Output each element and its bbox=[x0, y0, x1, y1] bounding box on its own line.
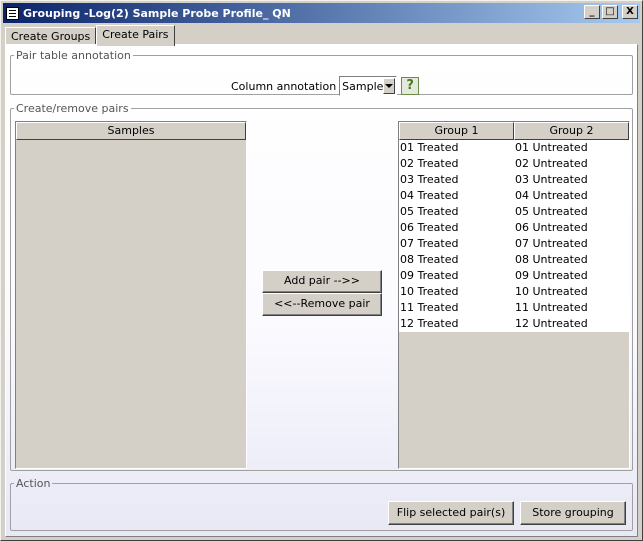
pairs-table-header: Group 1 Group 2 bbox=[399, 122, 629, 140]
tab-strip: Create Groups Create Pairs bbox=[5, 25, 175, 46]
store-grouping-button[interactable]: Store grouping bbox=[520, 501, 626, 525]
group-2-cell: 01 Untreated bbox=[515, 141, 588, 154]
group-1-cell: 08 Treated bbox=[400, 253, 459, 266]
table-row[interactable]: 01 Treated 01 Untreated bbox=[399, 140, 629, 156]
group-2-column-header[interactable]: Group 2 bbox=[514, 122, 629, 140]
window-controls: _ □ X bbox=[584, 5, 638, 19]
column-annotation-select[interactable]: Sample bbox=[339, 76, 398, 96]
table-row[interactable]: 05 Treated 05 Untreated bbox=[399, 204, 629, 220]
samples-column-header[interactable]: Samples bbox=[16, 122, 246, 140]
pair-table-annotation-legend: Pair table annotation bbox=[16, 49, 131, 62]
group-2-cell: 07 Untreated bbox=[515, 237, 588, 250]
action-legend: Action bbox=[16, 477, 51, 490]
create-pairs-panel: Pair table annotation Column annotation … bbox=[5, 44, 638, 537]
table-row[interactable]: 03 Treated 03 Untreated bbox=[399, 172, 629, 188]
app-table-icon bbox=[6, 6, 19, 20]
maximize-button[interactable]: □ bbox=[602, 5, 618, 19]
table-row[interactable]: 08 Treated 08 Untreated bbox=[399, 252, 629, 268]
group-2-cell: 08 Untreated bbox=[515, 253, 588, 266]
create-remove-pairs-group: Create/remove pairs Samples Add pair -->… bbox=[10, 102, 633, 471]
group-2-cell: 06 Untreated bbox=[515, 221, 588, 234]
group-1-cell: 01 Treated bbox=[400, 141, 459, 154]
help-icon[interactable]: ? bbox=[401, 77, 420, 95]
group-1-cell: 10 Treated bbox=[400, 285, 459, 298]
create-remove-pairs-legend: Create/remove pairs bbox=[16, 102, 129, 115]
group-1-cell: 04 Treated bbox=[400, 189, 459, 202]
add-pair-button[interactable]: Add pair -->> bbox=[262, 270, 382, 293]
table-row[interactable]: 06 Treated 06 Untreated bbox=[399, 220, 629, 236]
group-1-column-header[interactable]: Group 1 bbox=[399, 122, 514, 140]
group-1-cell: 12 Treated bbox=[400, 317, 459, 330]
group-1-cell: 03 Treated bbox=[400, 173, 459, 186]
tab-create-pairs[interactable]: Create Pairs bbox=[96, 25, 175, 46]
group-2-cell: 10 Untreated bbox=[515, 285, 588, 298]
title-bar[interactable]: Grouping -Log(2) Sample Probe Profile_ Q… bbox=[3, 3, 640, 23]
table-row[interactable]: 10 Treated 10 Untreated bbox=[399, 284, 629, 300]
pairs-table-body: 01 Treated 01 Untreated 02 Treated 02 Untre… bbox=[399, 140, 629, 332]
table-row[interactable]: 09 Treated 09 Untreated bbox=[399, 268, 629, 284]
group-1-cell: 02 Treated bbox=[400, 157, 459, 170]
group-1-cell: 09 Treated bbox=[400, 269, 459, 282]
action-group: Action Flip selected pair(s) Store group… bbox=[10, 477, 633, 531]
group-2-cell: 11 Untreated bbox=[515, 301, 588, 314]
group-1-cell: 11 Treated bbox=[400, 301, 459, 314]
group-1-cell: 05 Treated bbox=[400, 205, 459, 218]
group-2-cell: 05 Untreated bbox=[515, 205, 588, 218]
remove-pair-button[interactable]: <<--Remove pair bbox=[262, 293, 382, 316]
window-title: Grouping -Log(2) Sample Probe Profile_ Q… bbox=[23, 6, 291, 20]
pair-table-annotation-group: Pair table annotation Column annotation … bbox=[10, 49, 633, 96]
column-annotation-row: Column annotation Sample ? bbox=[231, 76, 420, 96]
column-annotation-value: Sample bbox=[342, 79, 384, 93]
group-2-cell: 04 Untreated bbox=[515, 189, 588, 202]
group-2-cell: 09 Untreated bbox=[515, 269, 588, 282]
group-1-cell: 07 Treated bbox=[400, 237, 459, 250]
grouping-window: Grouping -Log(2) Sample Probe Profile_ Q… bbox=[0, 0, 643, 541]
group-2-cell: 12 Untreated bbox=[515, 317, 588, 330]
table-row[interactable]: 02 Treated 02 Untreated bbox=[399, 156, 629, 172]
chevron-down-icon[interactable] bbox=[383, 78, 396, 94]
table-row[interactable]: 12 Treated 12 Untreated bbox=[399, 316, 629, 332]
column-annotation-label: Column annotation bbox=[231, 79, 337, 93]
table-row[interactable]: 11 Treated 11 Untreated bbox=[399, 300, 629, 316]
close-button[interactable]: X bbox=[622, 5, 638, 19]
samples-list[interactable]: Samples bbox=[15, 121, 247, 469]
group-2-cell: 03 Untreated bbox=[515, 173, 588, 186]
group-1-cell: 06 Treated bbox=[400, 221, 459, 234]
pairs-table[interactable]: Group 1 Group 2 01 Treated 01 Untreated 02… bbox=[398, 121, 630, 469]
minimize-button[interactable]: _ bbox=[584, 5, 600, 19]
table-row[interactable]: 04 Treated 04 Untreated bbox=[399, 188, 629, 204]
group-2-cell: 02 Untreated bbox=[515, 157, 588, 170]
flip-selected-pairs-button[interactable]: Flip selected pair(s) bbox=[388, 501, 514, 525]
table-row[interactable]: 07 Treated 07 Untreated bbox=[399, 236, 629, 252]
